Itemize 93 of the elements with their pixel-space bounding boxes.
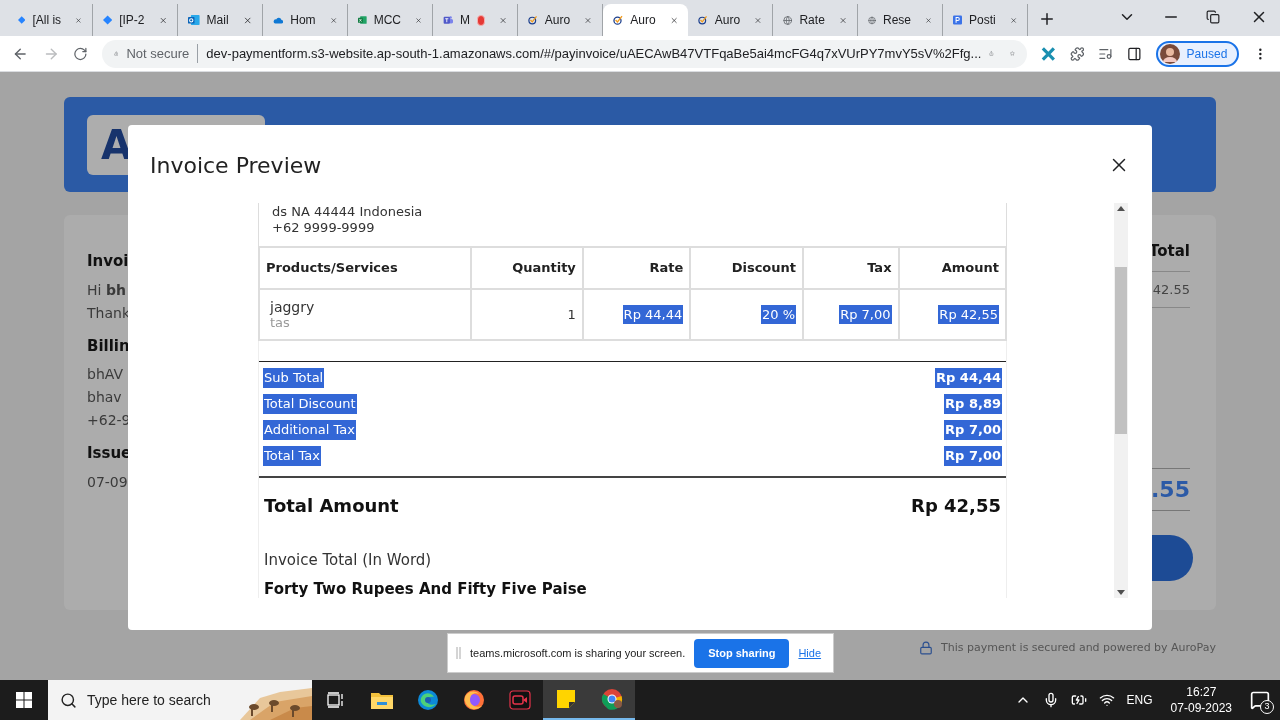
restore-icon[interactable] xyxy=(1206,10,1220,24)
task-view-icon[interactable] xyxy=(327,692,345,708)
cell-value: Rp 7,00 xyxy=(839,304,892,324)
extensions-icon[interactable] xyxy=(1069,45,1085,62)
avatar-icon xyxy=(1159,43,1180,64)
scroll-down-icon[interactable] xyxy=(1117,590,1125,595)
address-line: +62 9999-9999 xyxy=(272,220,376,236)
address-bar[interactable]: Not secure dev-paymentform.s3-website.ap-south-1.amazonaws.com/#/payinvoice/uAECAwB47VTFqaBe5ai4mcFG4q7xVUrPY7mvY5sV%2Ffg... xyxy=(101,39,1027,68)
drag-handle-icon[interactable] xyxy=(456,647,461,659)
column-header: Quantity xyxy=(471,247,583,289)
detail-text: 07-09 xyxy=(87,472,129,492)
wifi-icon[interactable] xyxy=(1098,692,1115,708)
notification-count: 3 xyxy=(1260,700,1274,714)
mail-app-icon xyxy=(188,12,200,28)
extension-icon[interactable] xyxy=(1040,45,1056,62)
column-header: Products/Services xyxy=(259,247,471,289)
detail-text: Thank xyxy=(87,303,131,323)
column-header: Rate xyxy=(582,247,691,289)
reload-icon[interactable] xyxy=(73,45,88,62)
cell-value: Rp 44,44 xyxy=(622,304,684,324)
tab-title: Hom xyxy=(290,12,316,29)
logo-letter: A xyxy=(101,120,132,170)
summary-label: Total Tax xyxy=(263,446,321,466)
tab-title: [IP-2 xyxy=(119,12,145,29)
url-text: dev-paymentform.s3-website.ap-south-1.amazonaws.com/#/payinvoice/uAECAwB47VTFqaBe5ai4mcFG4q7xVUrPY7mvY5sV%2Ffg... xyxy=(206,44,982,63)
folder-icon[interactable] xyxy=(371,691,393,709)
words-label: Invoice Total (In Word) xyxy=(263,550,433,571)
summary-label: Total Discount xyxy=(263,394,357,414)
tab-title: Rate xyxy=(799,12,825,29)
summary-value: Rp 7,00 xyxy=(944,446,1002,466)
tab-title: Auro xyxy=(544,12,571,29)
side-panel-icon[interactable] xyxy=(1126,45,1142,62)
tab-title: Posti xyxy=(969,12,996,29)
clock[interactable]: 16:27 07-09-2023 xyxy=(1164,684,1238,716)
product-description: tas xyxy=(270,314,290,330)
detail-text: bhav xyxy=(87,388,123,407)
summary-value: Rp 44,44 xyxy=(935,368,1002,388)
section-heading: Issue xyxy=(87,443,132,464)
tab-title: MCC xyxy=(373,12,401,29)
taskbar-search-field[interactable]: Type here to search xyxy=(48,680,312,720)
section-heading: Billin xyxy=(87,335,131,357)
amount-in-words: Forty Two Rupees And Fifty Five Paise xyxy=(263,578,588,598)
cell-value: Rp 42,55 xyxy=(938,304,999,324)
security-label: Not secure xyxy=(126,43,199,64)
diamond-icon xyxy=(103,13,113,27)
hide-link[interactable]: Hide xyxy=(798,644,822,662)
summary-value: Rp 7,00 xyxy=(944,420,1002,440)
tab-title: M xyxy=(460,12,471,29)
summary-label: Additional Tax xyxy=(263,420,356,440)
grand-total: .55 xyxy=(1151,476,1190,504)
chrome-browser-icon[interactable] xyxy=(601,688,623,710)
swirl-browser-icon[interactable] xyxy=(417,689,439,711)
product-name: jaggry xyxy=(270,299,316,315)
scrollbar-thumb[interactable] xyxy=(1115,267,1127,434)
detail-text: bhAV xyxy=(87,365,125,384)
total-value: Rp 42,55 xyxy=(911,494,1001,518)
sticky-note-icon[interactable] xyxy=(556,689,576,709)
scroll-up-icon[interactable] xyxy=(1117,206,1125,211)
secure-note: This payment is secured and powered by AuroPay xyxy=(941,640,1216,656)
tab-title: Auro xyxy=(714,12,741,29)
tab-title: Rese xyxy=(883,12,912,29)
detail-text: Hi bh xyxy=(87,280,127,300)
tab-title: Mail xyxy=(206,12,229,29)
browser-tab[interactable]: Auro xyxy=(603,4,688,36)
taskbar-app[interactable] xyxy=(589,680,635,720)
taskbar-app[interactable] xyxy=(543,680,589,720)
windows-logo-icon[interactable] xyxy=(16,692,32,708)
tab-title: [All is xyxy=(32,12,62,29)
column-header: Amount xyxy=(898,247,1006,289)
dialog-title: Invoice Preview xyxy=(150,151,322,180)
search-icon xyxy=(60,691,77,709)
fox-browser-icon[interactable] xyxy=(463,689,485,711)
lock-icon xyxy=(919,641,934,656)
battery-icon[interactable] xyxy=(1070,692,1087,708)
column-header: Tax xyxy=(803,247,899,289)
tab-title: Auro xyxy=(630,12,656,29)
profile-button[interactable]: Paused xyxy=(1155,40,1240,67)
stop-sharing-button[interactable]: Stop sharing xyxy=(694,638,790,668)
camera-app-icon[interactable] xyxy=(509,690,531,710)
address-line: ds NA 44444 Indonesia xyxy=(272,204,424,220)
total-cell-text: 42.55 xyxy=(1152,280,1190,299)
section-heading: Invoi xyxy=(87,251,130,272)
cell-value: 20 % xyxy=(761,304,796,324)
new-tab-icon[interactable] xyxy=(1038,10,1056,28)
language-indicator[interactable]: ENG xyxy=(1126,691,1153,709)
summary-value: Rp 8,89 xyxy=(944,394,1002,414)
column-heading: Total xyxy=(1149,241,1190,262)
cell-value: 1 xyxy=(567,306,576,322)
sharing-message: teams.microsoft.com is sharing your screen. xyxy=(470,645,686,661)
summary-label: Sub Total xyxy=(263,368,325,388)
scrollbar[interactable] xyxy=(1114,203,1128,598)
column-header: Discount xyxy=(690,247,803,289)
total-label: Total Amount xyxy=(264,494,399,518)
